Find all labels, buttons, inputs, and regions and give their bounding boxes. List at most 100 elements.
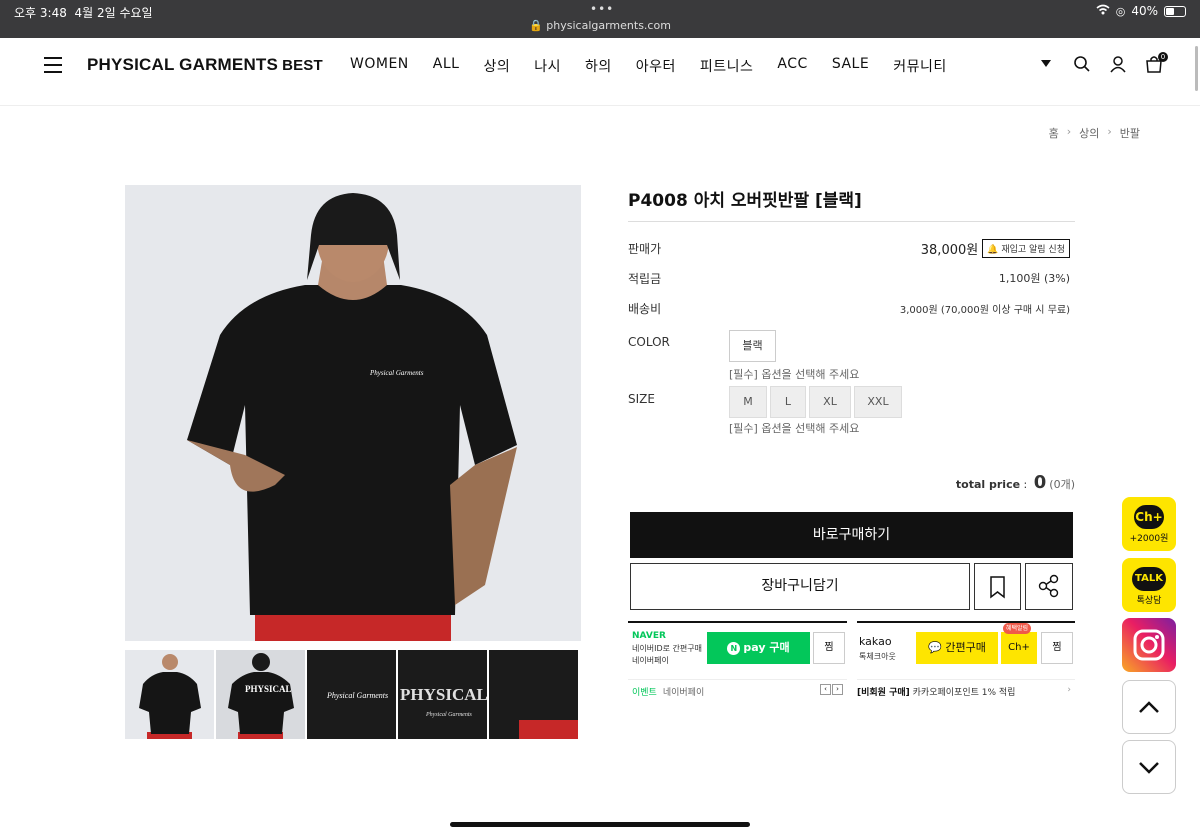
cart-count-badge: 0: [1158, 52, 1168, 62]
channel-plus-icon: Ch+: [1122, 505, 1176, 529]
color-option-black[interactable]: 블랙: [729, 330, 776, 362]
naver-zzim-button[interactable]: 찜: [813, 632, 845, 664]
speech-bubble-icon: 💬: [928, 641, 942, 654]
bell-icon: 🔔: [987, 244, 999, 255]
nav-women[interactable]: WOMEN: [350, 56, 409, 76]
tab-dots[interactable]: •••: [590, 2, 614, 16]
breadcrumb-shortsleeve[interactable]: 반팔: [1120, 125, 1140, 141]
chevron-right-icon: ›: [1066, 125, 1072, 138]
kakao-benefit-badge: 혜택알림: [1003, 623, 1032, 634]
thumbnail-logo-detail[interactable]: Physical Garments: [307, 650, 396, 739]
restock-alert-button[interactable]: 🔔 재입고 알림 신청: [982, 238, 1070, 258]
kakao-channel-float-button[interactable]: Ch+ +2000원: [1122, 497, 1176, 551]
chevron-right-icon: ›: [1067, 685, 1071, 695]
wifi-icon: [1096, 4, 1110, 18]
home-indicator[interactable]: [450, 822, 750, 827]
size-option-xl[interactable]: XL: [809, 386, 851, 418]
instagram-float-button[interactable]: [1122, 618, 1176, 672]
points-value: 1,100원 (3%): [998, 272, 1070, 285]
kakao-logo: kakao: [859, 635, 892, 648]
chevron-right-icon: ›: [1107, 125, 1112, 138]
share-icon: [1026, 574, 1072, 613]
nav-community[interactable]: 커뮤니티: [893, 56, 947, 76]
thumbnail-side[interactable]: [489, 650, 578, 739]
nav-fitness[interactable]: 피트니스: [700, 56, 754, 76]
naver-event-text: 네이버페이: [662, 688, 705, 698]
chevron-up-icon: [1123, 701, 1175, 737]
naver-pay-box: NAVER 네이버ID로 간편구매 네이버페이 Npay 구매 찜 이벤트 네이버페…: [628, 621, 847, 698]
naver-subtitle: 네이버ID로 간편구매 네이버페이: [632, 644, 702, 665]
size-option-xxl[interactable]: XXL: [854, 386, 902, 418]
status-indicators: ◎ 40%: [1096, 4, 1186, 18]
thumbnail-print-detail[interactable]: PHYSICAL Physical Garments: [398, 650, 487, 739]
product-info: P4008 아치 오버핏반팔 [블랙] 판매가 38,000원 🔔 재입고 알림…: [628, 186, 1075, 698]
price-row: 판매가 38,000원 🔔 재입고 알림 신청: [628, 233, 1075, 263]
kakao-checkout-box: kakao 톡체크아웃 💬 간편구매 혜택알림 Ch+ 찜 [비회원 구매] 카카…: [857, 621, 1075, 698]
scroll-top-button[interactable]: [1122, 680, 1176, 734]
breadcrumb-tops[interactable]: 상의: [1079, 125, 1099, 141]
status-bar: 오후 3:48 4월 2일 수요일 ••• 🔒 physicalgarments…: [0, 0, 1200, 38]
scroll-bottom-button[interactable]: [1122, 740, 1176, 794]
nav-all[interactable]: ALL: [433, 56, 460, 76]
share-button[interactable]: [1025, 563, 1073, 610]
talk-consult-text: 톡상담: [1136, 596, 1162, 606]
nav-tops[interactable]: 상의: [483, 56, 510, 76]
nav-acc[interactable]: ACC: [777, 56, 807, 76]
battery-percent: 40%: [1131, 4, 1158, 18]
menu-icon[interactable]: [44, 57, 62, 73]
chevron-left-icon[interactable]: ‹: [820, 684, 831, 695]
cart-icon[interactable]: 0: [1144, 52, 1168, 74]
svg-text:PHYSICAL: PHYSICAL: [245, 684, 292, 694]
bookmark-icon: [975, 576, 1020, 613]
breadcrumb-home[interactable]: 홈: [1049, 125, 1059, 141]
size-label: SIZE: [628, 392, 655, 406]
kakao-talk-float-button[interactable]: TALK 톡상담: [1122, 558, 1176, 612]
add-to-cart-button[interactable]: 장바구니담기: [630, 563, 970, 610]
buy-now-button[interactable]: 바로구매하기: [630, 512, 1073, 558]
kakao-notice-bar[interactable]: [비회원 구매] 카카오페이포인트 1% 적립 ›: [857, 679, 1075, 698]
dropdown-triangle-icon[interactable]: [1036, 54, 1056, 74]
thumbnail-front[interactable]: [125, 650, 214, 739]
kakao-channel-button[interactable]: 혜택알림 Ch+: [1001, 623, 1037, 664]
kakao-zzim-button[interactable]: 찜: [1041, 632, 1073, 664]
site-logo[interactable]: PHYSICAL GARMENTS BEST: [87, 55, 323, 75]
site-header: PHYSICAL GARMENTS BEST WOMEN ALL 상의 나시 하의…: [0, 38, 1200, 106]
instagram-icon: [1122, 629, 1176, 676]
address-bar[interactable]: 🔒 physicalgarments.com: [0, 19, 1200, 32]
svg-text:Physical Garments: Physical Garments: [326, 691, 388, 700]
channel-reward-text: +2000원: [1129, 534, 1169, 544]
svg-text:PHYSICAL: PHYSICAL: [400, 685, 487, 704]
product-main-image[interactable]: Physical Garments: [125, 185, 581, 641]
product-thumbnails: PHYSICAL Physical Garments PHYSICAL Physi…: [125, 650, 578, 739]
headphones-icon: ◎: [1115, 4, 1126, 18]
price-value: 38,000원: [920, 242, 979, 258]
naver-n-icon: N: [727, 642, 741, 655]
total-count: (0개): [1049, 478, 1075, 491]
kakao-pay-button[interactable]: 💬 간편구매: [916, 632, 998, 664]
naver-pay-button[interactable]: Npay 구매: [707, 632, 810, 664]
total-price-value: 0: [1033, 472, 1047, 493]
size-hint: [필수] 옵션을 선택해 주세요: [729, 422, 860, 435]
nav-sale[interactable]: SALE: [832, 56, 869, 76]
svg-text:Physical Garments: Physical Garments: [369, 369, 424, 377]
thumbnail-back[interactable]: PHYSICAL: [216, 650, 305, 739]
user-icon[interactable]: [1108, 54, 1128, 74]
size-option-l[interactable]: L: [770, 386, 806, 418]
chevron-right-icon[interactable]: ›: [832, 684, 843, 695]
search-icon[interactable]: [1072, 54, 1092, 74]
color-hint: [필수] 옵션을 선택해 주세요: [729, 368, 860, 381]
nav-bottoms[interactable]: 하의: [585, 56, 612, 76]
color-label: COLOR: [628, 335, 670, 349]
total-price: total price : 0 (0개): [955, 472, 1075, 493]
kakao-subtitle: 톡체크아웃: [859, 652, 896, 661]
shipping-label: 배송비: [628, 301, 662, 316]
size-option-m[interactable]: M: [729, 386, 767, 418]
scrollbar[interactable]: [1195, 46, 1198, 91]
points-row: 적립금 1,100원 (3%): [628, 263, 1075, 293]
wishlist-button[interactable]: [974, 563, 1021, 610]
chevron-down-icon: [1123, 762, 1175, 797]
shipping-row: 배송비 3,000원 (70,000원 이상 구매 시 무료): [628, 293, 1075, 323]
naver-logo: NAVER: [632, 631, 666, 641]
nav-sleeveless[interactable]: 나시: [534, 56, 561, 76]
nav-outer[interactable]: 아우터: [636, 56, 676, 76]
